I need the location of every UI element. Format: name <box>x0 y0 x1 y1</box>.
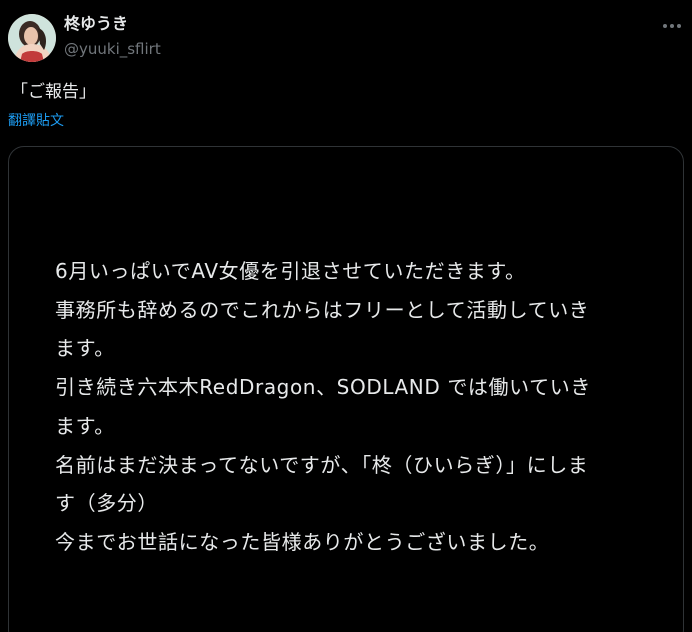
announcement-line: 今までお世話になった皆様ありがとうございました。 <box>55 529 550 554</box>
author-display-name[interactable]: 柊ゆうき <box>64 14 128 34</box>
author-handle[interactable]: @yuuki_sflirt <box>64 39 161 59</box>
translate-post-link[interactable]: 翻譯貼文 <box>8 112 64 130</box>
announcement-line: す（多分） <box>55 491 158 516</box>
more-options-icon[interactable] <box>660 18 684 34</box>
announcement-line: 6月いっぱいでAV女優を引退させていただきます。 <box>55 259 526 283</box>
tweet-text: 「ご報告」 <box>11 82 96 102</box>
author-avatar[interactable] <box>8 14 56 62</box>
announcement-line: 事務所も辞めるのでこれからはフリーとして活動していき <box>55 297 590 322</box>
announcement-line: 名前はまだ決まってないですが、「柊（ひいらぎ）」にしま <box>55 452 589 477</box>
tweet-page: 柊ゆうき @yuuki_sflirt 「ご報告」 翻譯貼文 6月いっぱいでAV女… <box>0 0 692 632</box>
announcement-line: ます。 <box>55 336 115 361</box>
announcement-text: 6月いっぱいでAV女優を引退させていただきます。 事務所も辞めるのでこれからはフ… <box>55 252 655 562</box>
announcement-line: 引き続き六本木RedDragon、SODLAND では働いていき <box>55 375 591 400</box>
media-image-card[interactable]: 6月いっぱいでAV女優を引退させていただきます。 事務所も辞めるのでこれからはフ… <box>8 146 684 632</box>
announcement-line: ます。 <box>55 413 115 438</box>
